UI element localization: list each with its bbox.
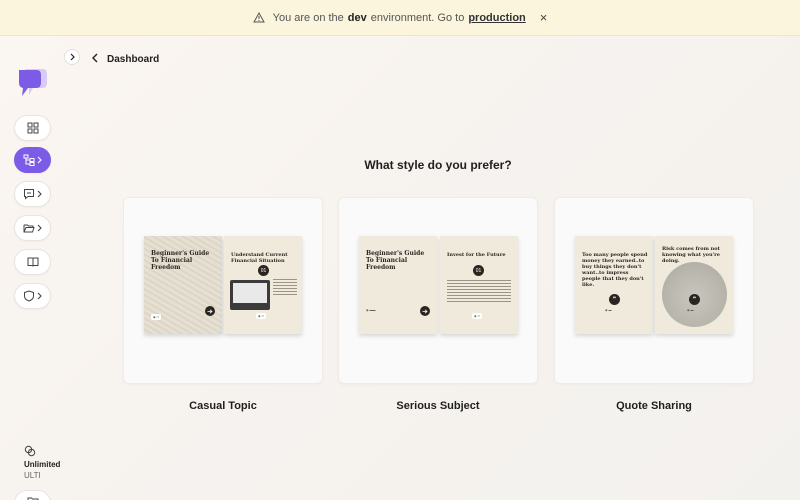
slide-body-text (273, 279, 297, 297)
quote-icon: ❞ (609, 294, 620, 305)
chevron-right-icon (37, 224, 42, 232)
slide-tag-icon: ◉ ▭ (472, 313, 483, 319)
nav-dashboard-button[interactable] (14, 115, 51, 141)
page-title: What style do you prefer? (364, 158, 512, 172)
banner-text-after: environment. Go to (370, 11, 465, 24)
style-option-serious[interactable]: Beginner's Guide To Financial Freedom ◉ … (338, 197, 538, 384)
chevron-right-icon (70, 48, 75, 66)
expand-sidebar-button[interactable] (64, 49, 80, 65)
warning-icon (252, 12, 265, 23)
option-label-casual: Casual Topic (189, 400, 257, 412)
folder-open-icon (23, 222, 35, 234)
style-option-quote[interactable]: Too many people spend money they earned.… (554, 197, 754, 384)
book-open-icon (27, 256, 39, 268)
production-link[interactable]: production (468, 12, 525, 24)
slide-preview: Risk comes from not knowing what you're … (655, 236, 733, 334)
slide-number: 01 (473, 265, 484, 276)
slide-body-text (447, 280, 511, 304)
slide-title: Too many people spend money they earned.… (582, 252, 648, 288)
slide-number: 01 (258, 265, 269, 276)
slide-preview: Understand Current Financial Situation 0… (224, 236, 302, 334)
style-option-casual[interactable]: Beginner's Guide To Financial Freedom ◉ … (123, 197, 323, 384)
slide-preview: Beginner's Guide To Financial Freedom ◉ … (144, 236, 222, 334)
nav-guide-button[interactable] (14, 249, 51, 275)
chevron-right-icon (37, 292, 42, 300)
chevron-right-icon (37, 190, 42, 198)
nav-folder-button[interactable] (14, 215, 51, 241)
arrow-right-icon (420, 306, 430, 316)
banner-text-before: You are on the (272, 11, 344, 24)
slide-preview: Invest for the Future 01 ◉ ▭ (440, 236, 518, 334)
sidebar: Unlimited ULTI (0, 36, 66, 500)
slide-tag-icon: ◉ ▭ (151, 314, 162, 320)
slide-title: Beginner's Guide To Financial Freedom (151, 250, 210, 272)
app-logo-icon[interactable] (17, 66, 49, 98)
plan-sub: ULTI (24, 471, 41, 480)
slide-footer: ◉ ▬ (605, 308, 612, 312)
chat-icon (23, 188, 35, 200)
laptop-photo (230, 280, 270, 310)
option-label-serious: Serious Subject (396, 400, 480, 412)
slide-footer: ◉ ▬ (687, 308, 694, 312)
slide-preview: Too many people spend money they earned.… (575, 236, 653, 334)
chevron-left-icon (92, 53, 107, 66)
shield-icon (23, 290, 35, 302)
slide-footer: ◉ ▬▬ (366, 308, 376, 312)
slide-preview: Beginner's Guide To Financial Freedom ◉ … (359, 236, 437, 334)
nav-security-button[interactable] (14, 283, 51, 309)
plan-name: Unlimited (24, 460, 61, 469)
grid-icon (27, 122, 39, 134)
slide-title: Beginner's Guide To Financial Freedom (366, 250, 425, 272)
slide-title: Invest for the Future (447, 252, 506, 258)
back-label: Dashboard (107, 54, 160, 65)
environment-banner: You are on the dev environment. Go to pr… (0, 0, 800, 36)
option-label-quote: Quote Sharing (616, 400, 692, 412)
nav-chat-button[interactable] (14, 181, 51, 207)
slide-title: Understand Current Financial Situation (231, 252, 288, 264)
banner-env: dev (347, 11, 367, 24)
folder-icon (27, 494, 39, 500)
arrow-right-icon (205, 306, 215, 316)
slide-title: Risk comes from not knowing what you're … (662, 246, 720, 264)
nav-files-button[interactable] (14, 490, 51, 500)
close-banner-button[interactable]: × (540, 10, 548, 25)
back-to-dashboard-link[interactable]: Dashboard (92, 53, 159, 66)
slide-tag-icon: ◉ ▭ (256, 313, 267, 319)
quote-icon: ❞ (689, 294, 700, 305)
